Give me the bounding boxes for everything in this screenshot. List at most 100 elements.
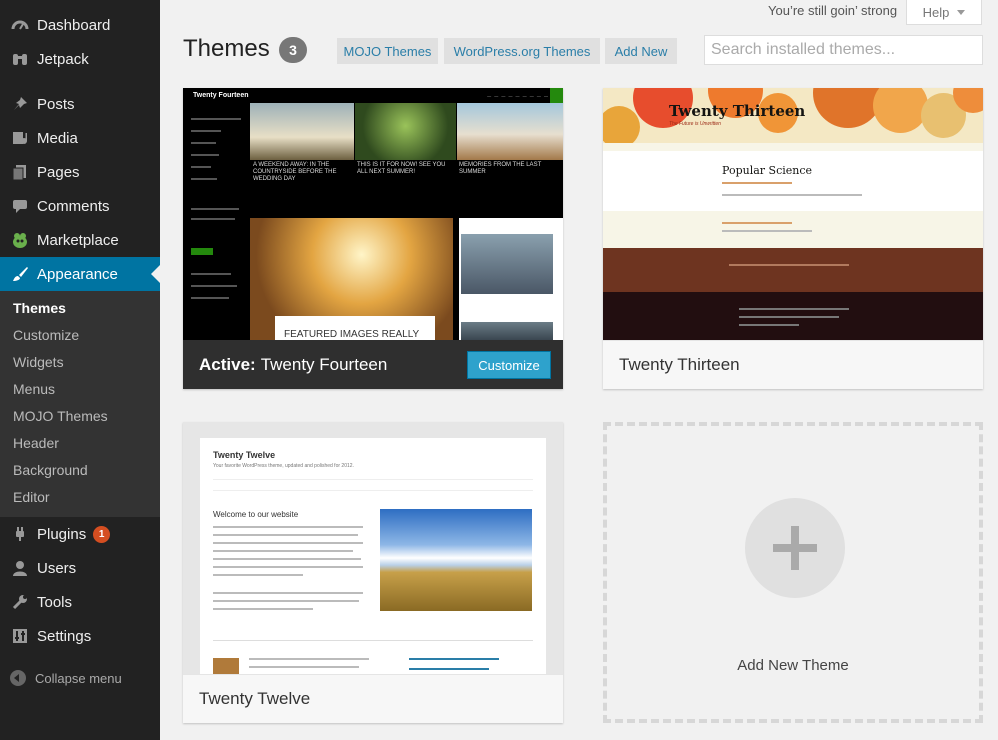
submenu-widgets[interactable]: Widgets	[0, 349, 160, 376]
marketplace-icon	[10, 230, 30, 250]
submenu-editor[interactable]: Editor	[0, 484, 160, 511]
preview-post-title: Popular Science	[722, 164, 813, 177]
preview-status-band	[603, 248, 983, 292]
preview-text-line	[722, 222, 792, 224]
preview-sidebar-line	[191, 297, 229, 299]
preview-thumbnail	[213, 658, 239, 674]
preview-welcome-heading: Welcome to our website	[213, 510, 299, 519]
menu-settings[interactable]: Settings	[0, 619, 160, 653]
add-new-theme-card[interactable]: Add New Theme	[603, 422, 983, 723]
wordpress-org-themes-button[interactable]: WordPress.org Themes	[444, 38, 600, 64]
preview-site-title: Twenty Twelve	[213, 450, 276, 460]
menu-dashboard[interactable]: Dashboard	[0, 8, 160, 42]
preview-image-grass	[355, 103, 456, 160]
preview-circle	[873, 88, 928, 133]
collapse-menu-button[interactable]: Collapse menu	[0, 661, 160, 695]
theme-card-footer: Twenty Twelve	[183, 674, 563, 723]
preview-caption: A WEEKEND AWAY: IN THE COUNTRYSIDE BEFOR…	[253, 162, 337, 182]
preview-tagline: Your favorite WordPress theme, updated a…	[213, 463, 354, 469]
preview-sidebar-line	[191, 208, 239, 210]
submenu-menus[interactable]: Menus	[0, 376, 160, 403]
theme-card-twenty-thirteen[interactable]: Twenty Thirteen The Future is Unwritten …	[603, 88, 983, 389]
preview-divider	[213, 640, 533, 641]
submenu-customize[interactable]: Customize	[0, 322, 160, 349]
preview-text-line	[213, 600, 359, 602]
preview-nav	[213, 479, 533, 491]
preview-text-line	[213, 534, 358, 536]
preview-site-title: Twenty Fourteen	[193, 92, 249, 99]
menu-label: Marketplace	[37, 231, 119, 249]
theme-screenshot: Twenty Twelve Your favorite WordPress th…	[183, 422, 563, 674]
menu-label: Posts	[37, 95, 75, 113]
preview-sidebar-line	[191, 142, 216, 144]
preview-featured-title: FEATURED IMAGES REALLY	[284, 329, 420, 340]
preview-sidebar	[183, 103, 250, 340]
preview-site-title: Twenty Thirteen	[669, 102, 806, 120]
search-themes-input[interactable]	[704, 35, 983, 65]
submenu-mojo-themes[interactable]: MOJO Themes	[0, 403, 160, 430]
customize-button[interactable]: Customize	[467, 351, 551, 379]
menu-posts[interactable]: Posts	[0, 87, 160, 121]
menu-appearance[interactable]: Appearance	[0, 257, 160, 291]
submenu-background[interactable]: Background	[0, 457, 160, 484]
admin-sidebar: Dashboard Jetpack Posts Media Pages Comm…	[0, 0, 160, 740]
preview-sidebar-line	[191, 130, 221, 132]
menu-label: Plugins	[37, 525, 87, 543]
preview-nav: — — — — — — — — —	[487, 93, 549, 98]
dashboard-icon	[10, 15, 30, 35]
preview-text-line	[722, 230, 812, 232]
preview-text-line	[213, 542, 363, 544]
theme-name: Twenty Fourteen	[260, 354, 388, 374]
mojo-themes-button[interactable]: MOJO Themes	[337, 38, 438, 64]
menu-tools[interactable]: Tools	[0, 585, 160, 619]
preview-follow-button	[191, 248, 213, 255]
menu-label: Users	[37, 559, 77, 577]
paintbrush-icon	[10, 264, 30, 284]
menu-media[interactable]: Media	[0, 121, 160, 155]
preview-text-line	[213, 592, 363, 594]
preview-sidebar-line	[191, 218, 235, 220]
theme-card-twenty-fourteen[interactable]: Twenty Fourteen — — — — — — — — — A WEEK…	[183, 88, 563, 389]
theme-card-footer: Twenty Thirteen	[603, 340, 983, 389]
add-new-theme-label: Add New Theme	[737, 657, 849, 674]
preview-sidebar-line	[191, 118, 241, 120]
update-count-badge: 1	[93, 525, 111, 543]
preview-video-thumb	[461, 234, 553, 294]
plus-icon	[745, 498, 845, 598]
preview-text-line	[213, 550, 353, 552]
preview-sidebar-line	[191, 273, 231, 275]
menu-plugins[interactable]: Plugins 1	[0, 517, 160, 551]
caret-down-icon	[957, 9, 966, 15]
preview-image-lake	[250, 103, 354, 160]
menu-marketplace[interactable]: Marketplace	[0, 223, 160, 257]
preview-text-line	[722, 194, 862, 196]
menu-users[interactable]: Users	[0, 551, 160, 585]
preview-link-line	[409, 668, 489, 670]
page-title: Themes	[183, 35, 270, 62]
preview-sidebar-line	[191, 166, 211, 168]
menu-label: Pages	[37, 163, 80, 181]
collapse-label: Collapse menu	[35, 670, 122, 686]
menu-pages[interactable]: Pages	[0, 155, 160, 189]
media-icon	[10, 128, 30, 148]
preview-photo-wheat-field	[380, 509, 532, 611]
preview-tagline: The Future is Unwritten	[669, 121, 721, 127]
submenu-themes[interactable]: Themes	[0, 295, 160, 322]
menu-label: Dashboard	[37, 16, 111, 34]
add-new-button[interactable]: Add New	[605, 38, 677, 64]
appearance-submenu: Themes Customize Widgets Menus MOJO Them…	[0, 291, 160, 517]
preview-text-line	[739, 316, 839, 318]
preview-caption: THIS IS IT FOR NOW! SEE YOU ALL NEXT SUM…	[357, 162, 446, 175]
theme-card-twenty-twelve[interactable]: Twenty Twelve Your favorite WordPress th…	[183, 422, 563, 723]
menu-label: Settings	[37, 627, 92, 645]
preview-text-line	[722, 182, 792, 184]
menu-comments[interactable]: Comments	[0, 189, 160, 223]
menu-jetpack[interactable]: Jetpack	[0, 42, 160, 76]
preview-text-line	[739, 324, 799, 326]
help-tab-button[interactable]: Help	[906, 0, 982, 25]
preview-nav	[603, 143, 983, 151]
preview-text-line	[213, 558, 361, 560]
preview-text-line	[213, 526, 363, 528]
submenu-header[interactable]: Header	[0, 430, 160, 457]
theme-screenshot: Twenty Fourteen — — — — — — — — — A WEEK…	[183, 88, 563, 340]
